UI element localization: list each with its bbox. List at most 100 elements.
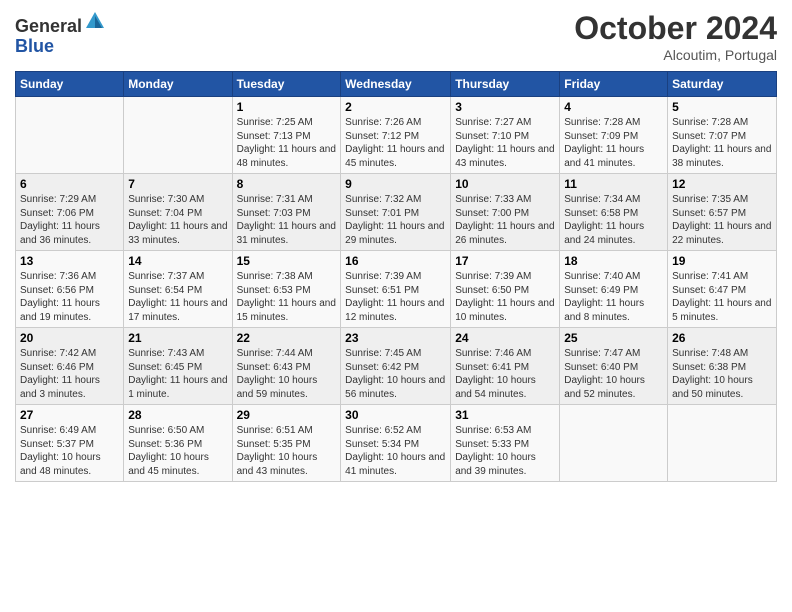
month-title: October 2024 (574, 10, 777, 47)
day-info: Sunrise: 7:37 AM Sunset: 6:54 PM Dayligh… (128, 270, 227, 324)
day-number: 28 (128, 408, 227, 422)
day-info: Sunrise: 6:52 AM Sunset: 5:34 PM Dayligh… (345, 424, 446, 478)
calendar-cell: 16Sunrise: 7:39 AM Sunset: 6:51 PM Dayli… (341, 251, 451, 328)
day-info: Sunrise: 7:39 AM Sunset: 6:50 PM Dayligh… (455, 270, 555, 324)
calendar-cell: 26 Sunrise: 7:48 AM Sunset: 6:38 PM Dayli… (668, 328, 777, 405)
day-info: Sunrise: 7:28 AM Sunset: 7:09 PM Dayligh… (564, 116, 663, 170)
day-number: 13 (20, 254, 119, 268)
day-info: Sunrise: 7:43 AM Sunset: 6:45 PM Dayligh… (128, 347, 227, 401)
calendar-cell (560, 405, 668, 482)
day-number: 11 (564, 177, 663, 191)
day-number: 8 (237, 177, 337, 191)
calendar-cell: 13Sunrise: 7:36 AM Sunset: 6:56 PM Dayli… (16, 251, 124, 328)
day-info: Sunrise: 7:42 AM Sunset: 6:46 PM Dayligh… (20, 347, 119, 401)
calendar-cell: 7 Sunrise: 7:30 AM Sunset: 7:04 PM Daylig… (124, 174, 232, 251)
calendar-cell: 25 Sunrise: 7:47 AM Sunset: 6:40 PM Dayli… (560, 328, 668, 405)
day-header-wednesday: Wednesday (341, 72, 451, 97)
day-number: 20 (20, 331, 119, 345)
day-number: 26 (672, 331, 772, 345)
calendar-cell: 8Sunrise: 7:31 AM Sunset: 7:03 PM Daylig… (232, 174, 341, 251)
day-number: 19 (672, 254, 772, 268)
calendar-cell: 10Sunrise: 7:33 AM Sunset: 7:00 PM Dayli… (451, 174, 560, 251)
page-header: General Blue October 2024 Alcoutim, Port… (15, 10, 777, 63)
day-number: 23 (345, 331, 446, 345)
day-info: Sunrise: 7:29 AM Sunset: 7:06 PM Dayligh… (20, 193, 119, 247)
calendar-cell: 17 Sunrise: 7:39 AM Sunset: 6:50 PM Dayli… (451, 251, 560, 328)
calendar-cell: 12 Sunrise: 7:35 AM Sunset: 6:57 PM Dayli… (668, 174, 777, 251)
logo: General Blue (15, 10, 106, 57)
day-info: Sunrise: 7:48 AM Sunset: 6:38 PM Dayligh… (672, 347, 772, 401)
calendar-cell: 11 Sunrise: 7:34 AM Sunset: 6:58 PM Dayli… (560, 174, 668, 251)
day-header-tuesday: Tuesday (232, 72, 341, 97)
calendar-cell: 2 Sunrise: 7:26 AM Sunset: 7:12 PM Daylig… (341, 97, 451, 174)
calendar-cell: 31 Sunrise: 6:53 AM Sunset: 5:33 PM Dayli… (451, 405, 560, 482)
day-info: Sunrise: 7:45 AM Sunset: 6:42 PM Dayligh… (345, 347, 446, 401)
day-info: Sunrise: 6:49 AM Sunset: 5:37 PM Dayligh… (20, 424, 119, 478)
day-info: Sunrise: 7:44 AM Sunset: 6:43 PM Dayligh… (237, 347, 337, 401)
calendar-cell: 14 Sunrise: 7:37 AM Sunset: 6:54 PM Dayli… (124, 251, 232, 328)
day-number: 30 (345, 408, 446, 422)
day-number: 14 (128, 254, 227, 268)
day-info: Sunrise: 6:53 AM Sunset: 5:33 PM Dayligh… (455, 424, 555, 478)
calendar-table: SundayMondayTuesdayWednesdayThursdayFrid… (15, 71, 777, 482)
calendar-cell: 27 Sunrise: 6:49 AM Sunset: 5:37 PM Dayli… (16, 405, 124, 482)
calendar-cell: 29 Sunrise: 6:51 AM Sunset: 5:35 PM Dayli… (232, 405, 341, 482)
calendar-cell: 28Sunrise: 6:50 AM Sunset: 5:36 PM Dayli… (124, 405, 232, 482)
calendar-week-row: 20 Sunrise: 7:42 AM Sunset: 6:46 PM Dayli… (16, 328, 777, 405)
day-number: 1 (237, 100, 337, 114)
day-number: 21 (128, 331, 227, 345)
day-info: Sunrise: 7:47 AM Sunset: 6:40 PM Dayligh… (564, 347, 663, 401)
day-info: Sunrise: 7:34 AM Sunset: 6:58 PM Dayligh… (564, 193, 663, 247)
calendar-cell: 21 Sunrise: 7:43 AM Sunset: 6:45 PM Dayli… (124, 328, 232, 405)
day-info: Sunrise: 7:35 AM Sunset: 6:57 PM Dayligh… (672, 193, 772, 247)
calendar-cell: 24Sunrise: 7:46 AM Sunset: 6:41 PM Dayli… (451, 328, 560, 405)
day-info: Sunrise: 7:25 AM Sunset: 7:13 PM Dayligh… (237, 116, 337, 170)
day-number: 12 (672, 177, 772, 191)
day-number: 2 (345, 100, 446, 114)
calendar-cell: 9Sunrise: 7:32 AM Sunset: 7:01 PM Daylig… (341, 174, 451, 251)
logo-general-text: General (15, 16, 82, 36)
calendar-cell: 15 Sunrise: 7:38 AM Sunset: 6:53 PM Dayli… (232, 251, 341, 328)
day-info: Sunrise: 7:32 AM Sunset: 7:01 PM Dayligh… (345, 193, 446, 247)
day-number: 18 (564, 254, 663, 268)
calendar-cell: 19 Sunrise: 7:41 AM Sunset: 6:47 PM Dayli… (668, 251, 777, 328)
calendar-cell (16, 97, 124, 174)
day-info: Sunrise: 7:41 AM Sunset: 6:47 PM Dayligh… (672, 270, 772, 324)
day-info: Sunrise: 7:38 AM Sunset: 6:53 PM Dayligh… (237, 270, 337, 324)
day-header-thursday: Thursday (451, 72, 560, 97)
calendar-cell: 3 Sunrise: 7:27 AM Sunset: 7:10 PM Daylig… (451, 97, 560, 174)
calendar-week-row: 27 Sunrise: 6:49 AM Sunset: 5:37 PM Dayli… (16, 405, 777, 482)
page-container: General Blue October 2024 Alcoutim, Port… (0, 0, 792, 492)
day-header-monday: Monday (124, 72, 232, 97)
day-info: Sunrise: 7:30 AM Sunset: 7:04 PM Dayligh… (128, 193, 227, 247)
day-number: 3 (455, 100, 555, 114)
calendar-cell: 22Sunrise: 7:44 AM Sunset: 6:43 PM Dayli… (232, 328, 341, 405)
day-info: Sunrise: 7:40 AM Sunset: 6:49 PM Dayligh… (564, 270, 663, 324)
calendar-week-row: 1 Sunrise: 7:25 AM Sunset: 7:13 PM Daylig… (16, 97, 777, 174)
calendar-cell (124, 97, 232, 174)
day-number: 29 (237, 408, 337, 422)
day-header-friday: Friday (560, 72, 668, 97)
calendar-cell: 4Sunrise: 7:28 AM Sunset: 7:09 PM Daylig… (560, 97, 668, 174)
day-number: 25 (564, 331, 663, 345)
day-number: 31 (455, 408, 555, 422)
day-info: Sunrise: 7:33 AM Sunset: 7:00 PM Dayligh… (455, 193, 555, 247)
calendar-cell: 5Sunrise: 7:28 AM Sunset: 7:07 PM Daylig… (668, 97, 777, 174)
calendar-week-row: 13Sunrise: 7:36 AM Sunset: 6:56 PM Dayli… (16, 251, 777, 328)
day-number: 27 (20, 408, 119, 422)
day-number: 16 (345, 254, 446, 268)
day-number: 15 (237, 254, 337, 268)
day-info: Sunrise: 6:51 AM Sunset: 5:35 PM Dayligh… (237, 424, 337, 478)
calendar-cell: 6 Sunrise: 7:29 AM Sunset: 7:06 PM Daylig… (16, 174, 124, 251)
calendar-cell: 30 Sunrise: 6:52 AM Sunset: 5:34 PM Dayli… (341, 405, 451, 482)
calendar-week-row: 6 Sunrise: 7:29 AM Sunset: 7:06 PM Daylig… (16, 174, 777, 251)
day-header-sunday: Sunday (16, 72, 124, 97)
day-info: Sunrise: 7:27 AM Sunset: 7:10 PM Dayligh… (455, 116, 555, 170)
day-number: 6 (20, 177, 119, 191)
day-number: 17 (455, 254, 555, 268)
day-number: 7 (128, 177, 227, 191)
day-header-saturday: Saturday (668, 72, 777, 97)
day-info: Sunrise: 7:46 AM Sunset: 6:41 PM Dayligh… (455, 347, 555, 401)
day-info: Sunrise: 7:26 AM Sunset: 7:12 PM Dayligh… (345, 116, 446, 170)
location: Alcoutim, Portugal (574, 47, 777, 63)
